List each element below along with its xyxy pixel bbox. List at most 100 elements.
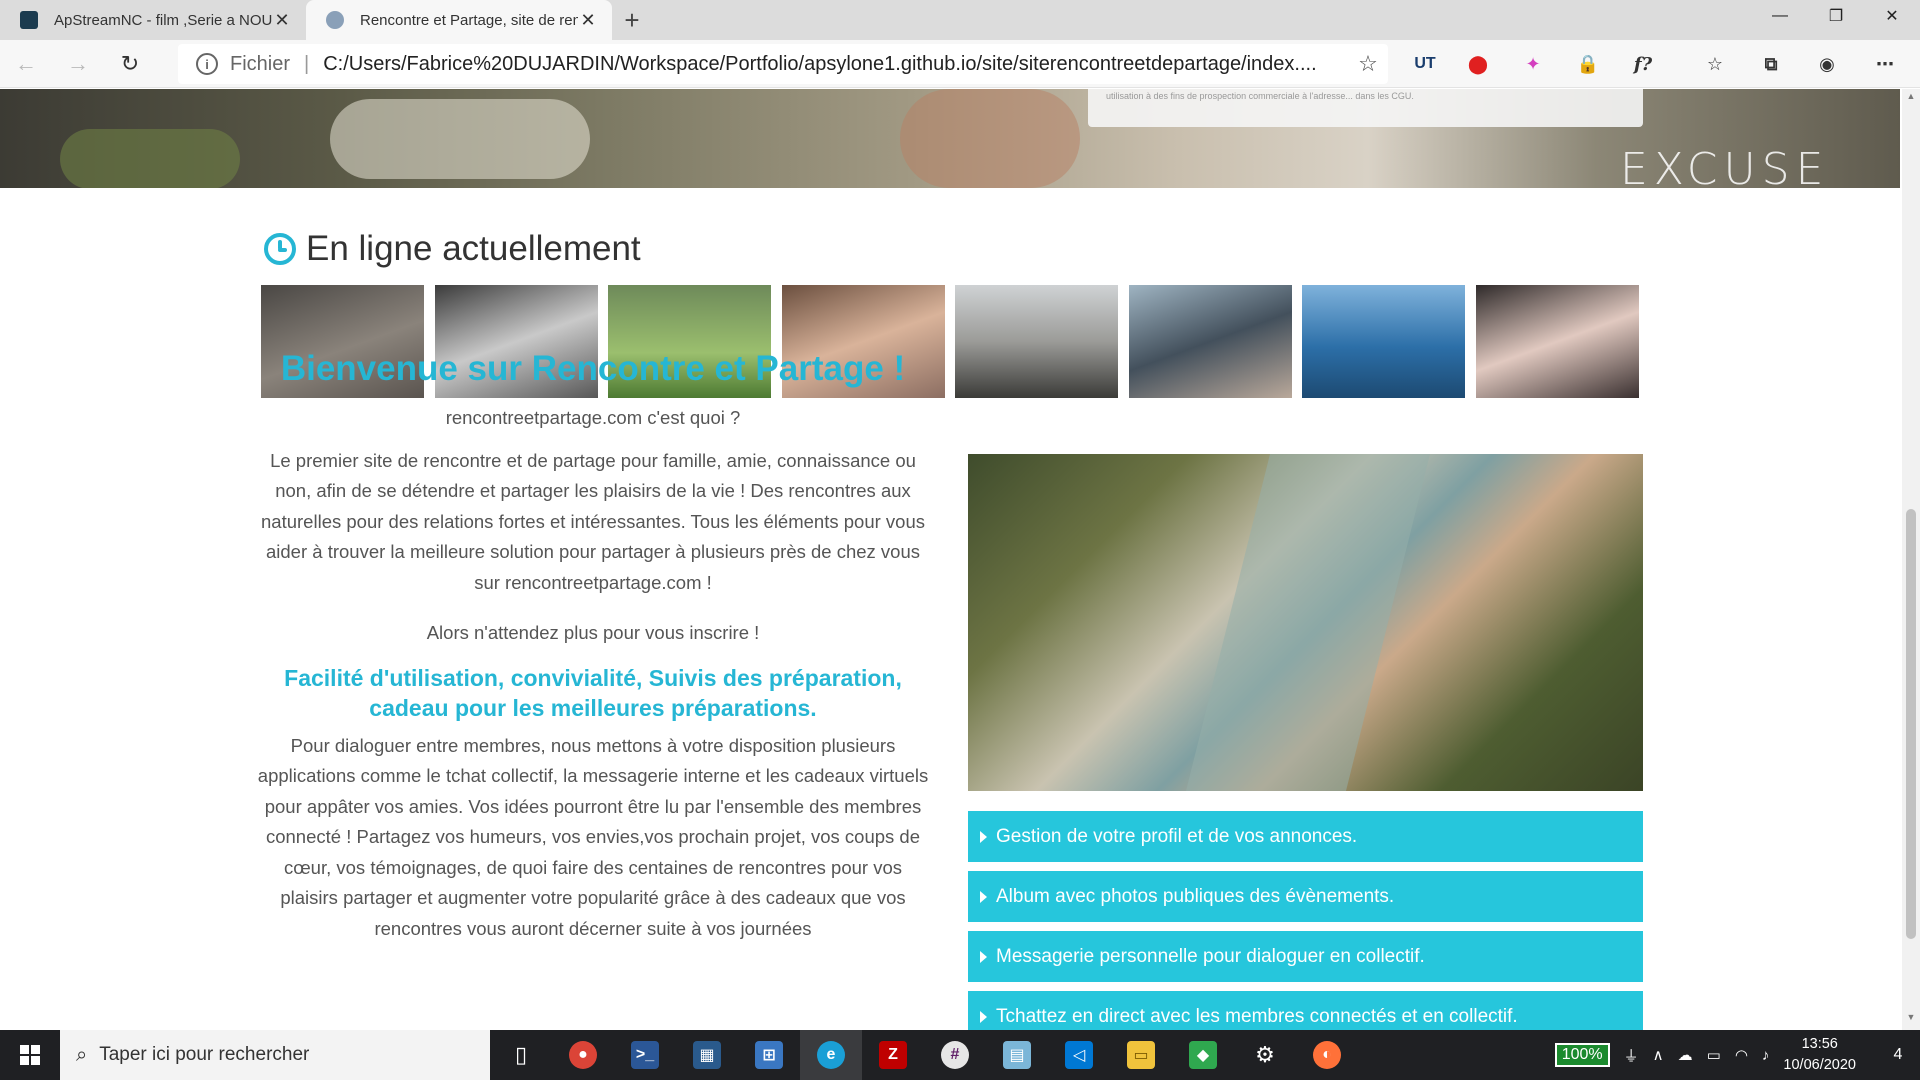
feature-profile[interactable]: Gestion de votre profil et de vos annonc… <box>968 811 1643 862</box>
caret-right-icon <box>980 890 987 903</box>
start-button[interactable] <box>0 1030 60 1080</box>
member-thumbnail[interactable] <box>1302 285 1465 398</box>
member-thumbnail[interactable] <box>1475 285 1639 398</box>
search-placeholder: Taper ici pour rechercher <box>99 1044 310 1065</box>
feature-messaging[interactable]: Messagerie personnelle pour dialoguer en… <box>968 931 1643 982</box>
scrollbar-thumb[interactable] <box>1906 509 1916 939</box>
tab-strip: ApStreamNC - film ,Serie a NOU ✕ Rencont… <box>0 0 1920 40</box>
url-scheme: Fichier <box>230 52 291 75</box>
favorite-star-icon[interactable]: ☆ <box>1348 51 1388 77</box>
notepad-icon[interactable]: ▤ <box>986 1030 1048 1080</box>
window-controls: — ❐ ✕ <box>1752 0 1920 32</box>
close-window-icon[interactable]: ✕ <box>1864 0 1920 32</box>
tab-title: Rencontre et Partage, site de ren <box>360 11 578 29</box>
windows-logo-icon <box>20 1045 40 1065</box>
slack-icon[interactable]: # <box>924 1030 986 1080</box>
feature-label: Tchattez en direct avec les membres conn… <box>996 1005 1518 1027</box>
refresh-icon[interactable]: ↻ <box>104 40 156 88</box>
restore-icon[interactable]: ❐ <box>1808 0 1864 32</box>
features-list: Gestion de votre profil et de vos annonc… <box>968 811 1643 1030</box>
battery-indicator[interactable]: 100% <box>1554 1043 1610 1067</box>
address-bar[interactable]: i Fichier | C:/Users/Fabrice%20DUJARDIN/… <box>178 44 1388 84</box>
hero-banner-image: utilisation à des fins de prospection co… <box>0 89 1900 188</box>
close-tab-icon[interactable]: ✕ <box>272 10 292 31</box>
signup-form-bottom: utilisation à des fins de prospection co… <box>1088 89 1643 127</box>
powershell-icon[interactable]: >_ <box>614 1030 676 1080</box>
notification-center-icon[interactable]: 4 <box>1876 1046 1920 1064</box>
settings-icon[interactable]: ⚙ <box>1234 1030 1296 1080</box>
online-title-text: En ligne actuellement <box>306 229 641 268</box>
more-menu-icon[interactable]: ⋯ <box>1870 52 1900 76</box>
caret-right-icon <box>980 830 987 843</box>
onedrive-cloud-icon[interactable]: ☁ <box>1678 1046 1693 1064</box>
url-text[interactable]: C:/Users/Fabrice%20DUJARDIN/Workspace/Po… <box>323 53 1348 76</box>
filezilla-icon[interactable]: Z <box>862 1030 924 1080</box>
minimize-icon[interactable]: — <box>1752 0 1808 32</box>
member-thumbnail[interactable] <box>1128 285 1292 398</box>
system-tray: 100% ⏚ ∧ ☁ ▭ ◠ ♪ 13:56 10/06/2020 4 <box>1554 1030 1920 1080</box>
vscode-icon[interactable]: ◁ <box>1048 1030 1110 1080</box>
online-section-title: En ligne actuellement <box>264 229 641 269</box>
back-icon[interactable]: ← <box>0 40 52 88</box>
caret-right-icon <box>980 950 987 963</box>
battery-icon[interactable]: ▭ <box>1707 1046 1721 1064</box>
tab-rencontre[interactable]: Rencontre et Partage, site de ren ✕ <box>306 0 612 40</box>
close-tab-icon[interactable]: ✕ <box>578 10 598 31</box>
edge-icon[interactable]: e <box>800 1030 862 1080</box>
notification-count: 4 <box>1893 1046 1903 1063</box>
rencontre-favicon-icon <box>326 11 344 29</box>
group-dinner-photo <box>968 454 1643 791</box>
search-icon: ⌕ <box>76 1043 88 1066</box>
forward-icon[interactable]: → <box>52 40 104 88</box>
feature-label: Messagerie personnelle pour dialoguer en… <box>996 945 1425 967</box>
remote-desktop-icon[interactable]: ⊞ <box>738 1030 800 1080</box>
volume-icon[interactable]: ♪ <box>1762 1047 1770 1064</box>
scroll-down-icon[interactable]: ▼ <box>1902 1012 1920 1028</box>
color-extension-icon[interactable]: ✦ <box>1518 52 1548 76</box>
favorites-list-icon[interactable]: ☆ <box>1700 52 1730 76</box>
member-thumbnail[interactable] <box>955 285 1118 398</box>
welcome-cta: Alors n'attendez plus pour vous inscrire… <box>426 622 760 643</box>
chrome-icon[interactable]: ● <box>552 1030 614 1080</box>
ut-extension-icon[interactable]: UT <box>1410 52 1440 76</box>
new-tab-icon[interactable]: + <box>612 0 652 40</box>
tab-apstream[interactable]: ApStreamNC - film ,Serie a NOU ✕ <box>0 0 306 40</box>
lock-extension-icon[interactable]: 🔒 <box>1573 52 1603 76</box>
clock-icon <box>264 233 296 265</box>
page-scrollbar[interactable]: ▲ ▼ <box>1902 89 1920 1030</box>
collections-icon[interactable]: ⧉ <box>1756 52 1786 76</box>
welcome-intro: Le premier site de rencontre et de parta… <box>261 449 925 593</box>
firefox-icon[interactable]: ◐ <box>1296 1030 1358 1080</box>
info-icon[interactable]: i <box>196 53 218 75</box>
feature-album[interactable]: Album avec photos publiques des évènemen… <box>968 871 1643 922</box>
feature-label: Gestion de votre profil et de vos annonc… <box>996 825 1358 847</box>
opera-extension-icon[interactable]: ⬤ <box>1463 52 1493 76</box>
file-explorer-icon[interactable]: ▭ <box>1110 1030 1172 1080</box>
hero-logo: EXCUSE <box>1620 144 1830 188</box>
windows-taskbar: ⌕ Taper ici pour rechercher ▯ ● >_ ▦ ⊞ e… <box>0 1030 1920 1080</box>
network-app-icon[interactable]: ▦ <box>676 1030 738 1080</box>
wifi-icon[interactable]: ◠ <box>1735 1046 1748 1064</box>
page-viewport: utilisation à des fins de prospection co… <box>0 89 1920 1030</box>
clock-date: 10/06/2020 <box>1783 1057 1856 1073</box>
welcome-section: Bienvenue sur Rencontre et Partage ! ren… <box>253 349 933 964</box>
chevron-up-icon[interactable]: ∧ <box>1653 1046 1664 1064</box>
url-separator: | <box>304 52 310 75</box>
scroll-up-icon[interactable]: ▲ <box>1902 91 1920 107</box>
task-view-icon[interactable]: ▯ <box>490 1030 552 1080</box>
apstream-favicon-icon <box>20 11 38 29</box>
power-plug-icon[interactable]: ⏚ <box>1624 1045 1639 1066</box>
caret-right-icon <box>980 1010 987 1023</box>
form-legal-note: utilisation à des fins de prospection co… <box>1106 91 1414 101</box>
profile-avatar-icon[interactable]: ◉ <box>1812 52 1842 76</box>
formula-extension-icon[interactable]: f? <box>1628 52 1658 76</box>
welcome-body: Pour dialoguer entre membres, nous metto… <box>257 734 929 939</box>
git-icon[interactable]: ◆ <box>1172 1030 1234 1080</box>
taskbar-clock[interactable]: 13:56 10/06/2020 <box>1783 1034 1856 1076</box>
welcome-title: Bienvenue sur Rencontre et Partage ! <box>280 349 906 388</box>
feature-label: Album avec photos publiques des évènemen… <box>996 885 1395 907</box>
taskbar-search[interactable]: ⌕ Taper ici pour rechercher <box>60 1030 490 1080</box>
feature-chat[interactable]: Tchattez en direct avec les membres conn… <box>968 991 1643 1030</box>
clock-time: 13:56 <box>1801 1036 1838 1052</box>
tab-title: ApStreamNC - film ,Serie a NOU <box>54 11 272 29</box>
